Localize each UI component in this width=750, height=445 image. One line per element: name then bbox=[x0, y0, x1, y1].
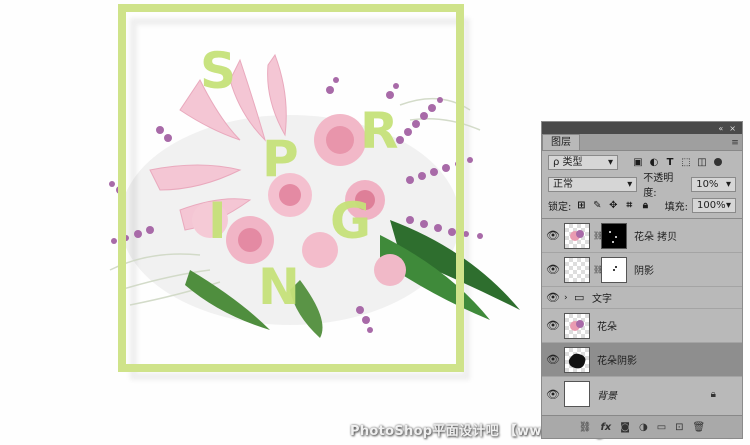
image-filter-icon[interactable]: ▣ bbox=[632, 156, 644, 168]
shape-filter-icon[interactable]: ⬚ bbox=[680, 156, 692, 168]
blend-row: 正常 ▾ 不透明度: 10% ▾ bbox=[542, 173, 742, 199]
delete-layer-icon[interactable]: 🗑︎ bbox=[693, 422, 706, 433]
lock-artboard-icon[interactable]: ⌗ bbox=[623, 199, 635, 211]
eye-icon[interactable]: 👁︎ bbox=[542, 263, 564, 276]
layer-row-background[interactable]: 👁︎ 背景 🔒︎ bbox=[542, 377, 742, 411]
opacity-value: 10% bbox=[696, 178, 719, 190]
layer-thumbnail bbox=[564, 346, 590, 373]
layer-name: 花朵 bbox=[597, 322, 617, 333]
eye-icon[interactable]: 👁︎ bbox=[542, 388, 564, 401]
lock-pixels-icon[interactable]: ✎ bbox=[591, 199, 603, 211]
chevron-down-icon: ▾ bbox=[725, 199, 731, 211]
filter-type-select[interactable]: ρ 类型 ▾ bbox=[548, 154, 618, 170]
chevron-right-icon[interactable]: › bbox=[564, 293, 574, 303]
eye-icon[interactable]: 👁︎ bbox=[542, 229, 564, 242]
smart-object-filter-icon[interactable]: ◫ bbox=[696, 156, 708, 168]
chevron-down-icon: ▾ bbox=[725, 178, 731, 190]
panel-title-bar: « × bbox=[542, 122, 742, 134]
lock-icon: 🔒︎ bbox=[710, 388, 716, 400]
chevron-down-icon: ▾ bbox=[627, 178, 633, 190]
new-layer-icon[interactable]: ⊡ bbox=[675, 422, 683, 433]
blend-mode-label: 正常 bbox=[553, 178, 573, 190]
chain-link-icon[interactable]: ⛓︎ bbox=[593, 231, 603, 240]
layer-row-flower-shadow[interactable]: 👁︎ 花朵阴影 bbox=[542, 343, 742, 377]
eye-icon[interactable]: 👁︎ bbox=[542, 319, 564, 332]
layer-name: 背景 bbox=[597, 390, 617, 402]
letter-s: S bbox=[200, 42, 237, 100]
fill-value: 100% bbox=[697, 199, 726, 211]
letter-g: G bbox=[330, 192, 372, 250]
adjustment-layer-icon[interactable]: ◑ bbox=[639, 422, 648, 433]
lock-position-icon[interactable]: ✥ bbox=[607, 199, 619, 211]
adjustment-filter-icon[interactable]: ◐ bbox=[648, 156, 660, 168]
layers-panel-footer: ⛓︎ fx ◙ ◑ ▭ ⊡ 🗑︎ bbox=[542, 415, 742, 438]
layer-row-flower-copy[interactable]: 👁︎ ⛓︎ 花朵 拷贝 bbox=[542, 219, 742, 253]
layer-name: 花朵 拷贝 bbox=[634, 232, 678, 243]
panel-menu-icon[interactable]: ≡ bbox=[728, 136, 742, 150]
layer-thumbnail bbox=[564, 312, 590, 339]
layer-name: 花朵阴影 bbox=[597, 356, 637, 367]
layer-mask-thumbnail[interactable] bbox=[601, 222, 627, 249]
chevron-down-icon: ▾ bbox=[607, 156, 613, 168]
lock-all-icon[interactable]: 🔒︎ bbox=[639, 199, 651, 211]
type-filter-icon[interactable]: T bbox=[664, 156, 676, 168]
panel-tab-bar: 图层 ≡ bbox=[542, 134, 742, 151]
letter-i: I bbox=[208, 192, 227, 250]
letter-r: R bbox=[360, 102, 399, 160]
folder-icon: ▭ bbox=[574, 291, 585, 304]
fx-icon[interactable]: fx bbox=[600, 422, 611, 433]
layers-panel: « × 图层 ≡ ρ 类型 ▾ ▣ ◐ T ⬚ ◫ 正常 ▾ 不透明度: 10%… bbox=[541, 121, 743, 439]
fill-label: 填充: bbox=[664, 201, 688, 213]
layer-row-flower[interactable]: 👁︎ 花朵 bbox=[542, 309, 742, 343]
add-mask-icon[interactable]: ◙ bbox=[620, 422, 630, 433]
lock-transparency-icon[interactable]: ⊞ bbox=[575, 199, 587, 211]
layer-list: 👁︎ ⛓︎ 花朵 拷贝 👁︎ ⛓︎ 阴影 👁︎ › ▭ 文字 👁︎ 花朵 👁︎ … bbox=[542, 218, 742, 407]
new-group-icon[interactable]: ▭ bbox=[657, 422, 666, 433]
eye-icon[interactable]: 👁︎ bbox=[542, 353, 564, 366]
lock-label: 锁定: bbox=[548, 201, 572, 213]
layer-thumbnail bbox=[564, 381, 590, 407]
link-layers-icon[interactable]: ⛓︎ bbox=[579, 422, 592, 433]
layer-name: 阴影 bbox=[634, 266, 654, 277]
chain-link-icon[interactable]: ⛓︎ bbox=[593, 265, 603, 274]
close-panel-icon[interactable]: × bbox=[729, 124, 736, 133]
lock-row: 锁定: ⊞ ✎ ✥ ⌗ 🔒︎ 填充: 100% ▾ bbox=[542, 195, 742, 215]
tab-layers[interactable]: 图层 bbox=[542, 134, 580, 150]
filter-type-label: ρ 类型 bbox=[553, 156, 583, 168]
fill-field[interactable]: 100% ▾ bbox=[692, 197, 736, 213]
eye-icon[interactable]: 👁︎ bbox=[542, 291, 564, 304]
letter-n: N bbox=[258, 258, 300, 316]
blend-mode-select[interactable]: 正常 ▾ bbox=[548, 176, 638, 192]
collapse-icon[interactable]: « bbox=[718, 124, 723, 133]
opacity-label: 不透明度: bbox=[643, 173, 674, 199]
opacity-field[interactable]: 10% ▾ bbox=[691, 176, 736, 192]
letter-p: P bbox=[262, 130, 299, 188]
layer-thumbnail bbox=[564, 256, 590, 283]
layer-mask-thumbnail[interactable] bbox=[601, 256, 627, 283]
layer-thumbnail bbox=[564, 222, 590, 249]
layer-row-text-group[interactable]: 👁︎ › ▭ 文字 bbox=[542, 287, 742, 309]
green-square-frame bbox=[118, 4, 464, 372]
layer-name: 文字 bbox=[592, 294, 612, 305]
layer-filter-row: ρ 类型 ▾ ▣ ◐ T ⬚ ◫ bbox=[542, 151, 742, 173]
layer-row-shadow[interactable]: 👁︎ ⛓︎ 阴影 bbox=[542, 253, 742, 287]
filter-toggle-icon[interactable] bbox=[712, 156, 724, 168]
